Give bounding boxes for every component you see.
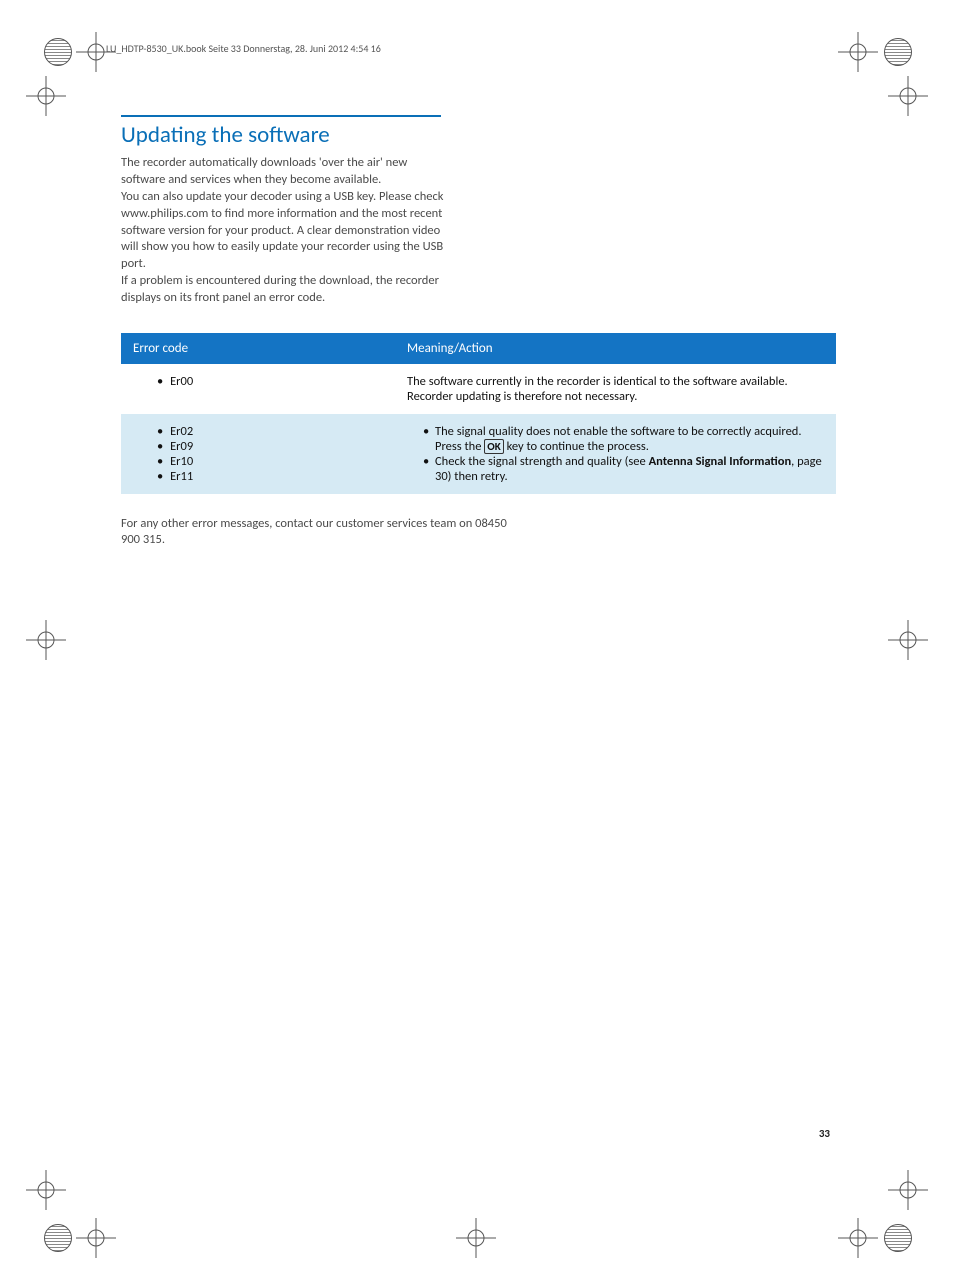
col-meaning: Meaning/Action xyxy=(395,333,836,364)
footer-note: For any other error messages, contact ou… xyxy=(121,516,521,549)
register-mark xyxy=(26,620,66,660)
error-meaning: The software currently in the recorder i… xyxy=(395,364,836,414)
xref-bold: Antenna Signal Information xyxy=(649,454,792,469)
register-mark xyxy=(76,1218,116,1258)
section-rule xyxy=(121,115,441,117)
error-code: Er00 xyxy=(157,374,383,389)
error-code-table: Error code Meaning/Action Er00 The softw… xyxy=(121,333,836,494)
error-code: Er11 xyxy=(157,469,383,484)
register-mark xyxy=(26,76,66,116)
table-row: Er00 The software currently in the recor… xyxy=(121,364,836,414)
register-mark xyxy=(888,76,928,116)
register-mark xyxy=(838,1218,878,1258)
error-action: Check the signal strength and quality (s… xyxy=(423,454,824,484)
table-row: Er02 Er09 Er10 Er11 The signal quality d… xyxy=(121,414,836,494)
page-number: 33 xyxy=(819,1127,830,1140)
crop-dot xyxy=(884,38,912,66)
book-header-line: LU_HDTP-8530_UK.book Seite 33 Donnerstag… xyxy=(106,42,836,55)
register-mark xyxy=(456,1218,496,1258)
intro-p3: If a problem is encountered during the d… xyxy=(121,273,439,305)
register-mark xyxy=(838,32,878,72)
intro-text: The recorder automatically downloads 'ov… xyxy=(121,155,451,307)
action-text: Check the signal strength and quality (s… xyxy=(435,454,649,469)
intro-p2: You can also update your decoder using a… xyxy=(121,189,443,272)
error-code: Er02 xyxy=(157,424,383,439)
register-mark xyxy=(26,1170,66,1210)
error-action: The signal quality does not enable the s… xyxy=(423,424,824,454)
action-text: key to continue the process. xyxy=(504,439,649,454)
register-mark xyxy=(888,1170,928,1210)
error-code: Er09 xyxy=(157,439,383,454)
register-mark xyxy=(888,620,928,660)
col-error-code: Error code xyxy=(121,333,395,364)
section-title: Updating the software xyxy=(121,121,836,149)
intro-p1: The recorder automatically downloads 'ov… xyxy=(121,155,407,187)
crop-dot xyxy=(44,38,72,66)
crop-dot xyxy=(44,1224,72,1252)
ok-key-icon: OK xyxy=(484,439,503,454)
error-code: Er10 xyxy=(157,454,383,469)
crop-dot xyxy=(884,1224,912,1252)
